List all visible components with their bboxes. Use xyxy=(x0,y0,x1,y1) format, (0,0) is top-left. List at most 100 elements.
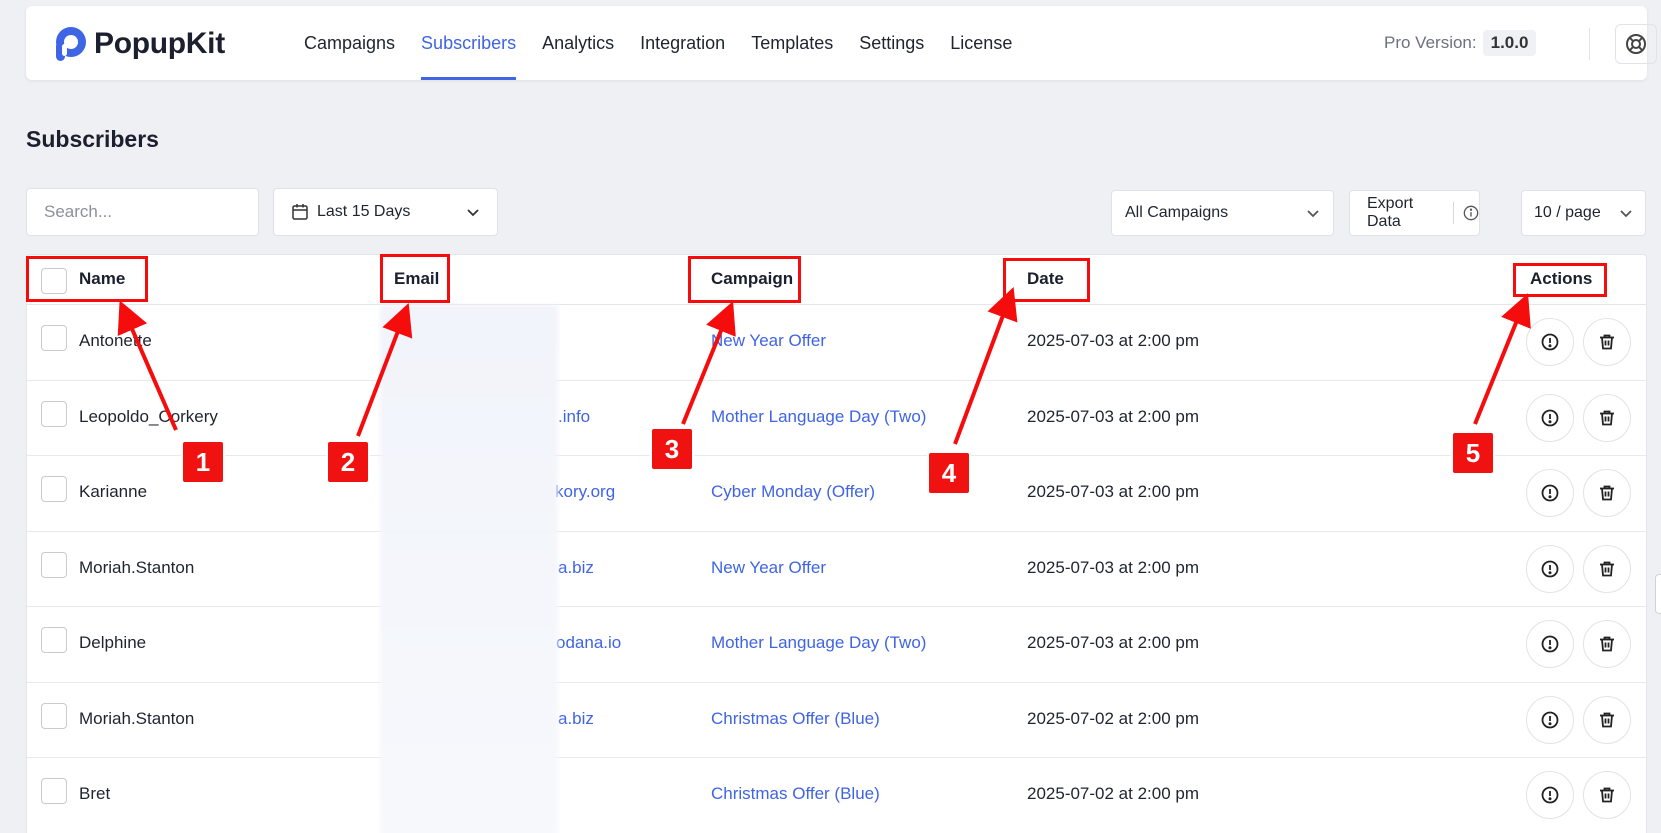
highlight-campaign-column xyxy=(688,256,801,303)
per-page-select[interactable]: 10 / page xyxy=(1521,190,1646,236)
subscriber-campaign[interactable]: Cyber Monday (Offer) xyxy=(711,482,875,502)
campaign-filter-value: All Campaigns xyxy=(1125,204,1229,221)
subscriber-email[interactable]: odana.io xyxy=(556,633,621,653)
nav-analytics[interactable]: Analytics xyxy=(542,6,614,80)
info-icon xyxy=(1541,635,1559,653)
subscriber-name: Moriah.Stanton xyxy=(79,557,195,577)
nav-templates[interactable]: Templates xyxy=(751,6,833,80)
subscriber-date: 2025-07-02 at 2:00 pm xyxy=(1027,708,1200,728)
chevron-down-icon xyxy=(1307,210,1319,218)
trash-icon xyxy=(1600,485,1614,501)
trash-icon xyxy=(1600,334,1614,350)
view-details-button[interactable] xyxy=(1526,318,1574,366)
info-icon xyxy=(1541,711,1559,728)
delete-button[interactable] xyxy=(1583,771,1631,819)
subscriber-name: Karianne xyxy=(79,482,148,501)
subscriber-email[interactable]: a.biz xyxy=(558,558,594,578)
help-button[interactable] xyxy=(1615,24,1657,64)
campaign-filter-select[interactable]: All Campaigns xyxy=(1111,190,1334,236)
table-row: Bret Christmas Offer (Blue) 2025-07-02 a… xyxy=(27,758,1646,833)
highlight-actions-column xyxy=(1513,263,1607,297)
view-details-button[interactable] xyxy=(1526,620,1574,668)
date-range-select[interactable]: Last 15 Days xyxy=(273,188,498,236)
chevron-down-icon xyxy=(467,209,479,217)
subscriber-date: 2025-07-03 at 2:00 pm xyxy=(1027,331,1200,350)
view-details-button[interactable] xyxy=(1526,393,1574,442)
table-row: Leopoldo_Corkery .info Mother Language D… xyxy=(27,381,1646,456)
nav-license[interactable]: License xyxy=(950,6,1012,80)
info-icon[interactable] xyxy=(1463,204,1479,222)
per-page-value: 10 / page xyxy=(1534,204,1601,221)
row-checkbox[interactable] xyxy=(41,551,67,578)
export-divider xyxy=(1453,202,1454,224)
search-input[interactable] xyxy=(26,188,259,236)
annotation-badge-5: 5 xyxy=(1453,433,1493,473)
delete-button[interactable] xyxy=(1583,393,1631,442)
view-details-button[interactable] xyxy=(1526,695,1574,744)
delete-button[interactable] xyxy=(1583,544,1631,593)
subscriber-campaign[interactable]: New Year Offer xyxy=(711,558,826,578)
row-checkbox[interactable] xyxy=(41,325,67,351)
nav-subscribers[interactable]: Subscribers xyxy=(421,6,517,80)
nav-divider xyxy=(1589,28,1590,60)
highlight-name-column xyxy=(26,256,148,302)
trash-icon xyxy=(1600,712,1614,727)
pro-version-number: 1.0.0 xyxy=(1482,30,1537,56)
table-row: Karianne kory.org Cyber Monday (Offer) 2… xyxy=(27,456,1646,532)
row-checkbox[interactable] xyxy=(41,627,67,653)
subscriber-name: Leopoldo_Corkery xyxy=(79,406,218,426)
subscriber-email[interactable]: a.biz xyxy=(558,709,594,729)
side-scroll-handle[interactable] xyxy=(1655,574,1661,614)
view-details-button[interactable] xyxy=(1526,771,1574,819)
nav-campaigns[interactable]: Campaigns xyxy=(304,6,395,80)
trash-icon xyxy=(1600,787,1614,803)
nav-settings[interactable]: Settings xyxy=(859,6,924,80)
delete-button[interactable] xyxy=(1583,620,1631,668)
nav-integration[interactable]: Integration xyxy=(640,6,725,80)
popupkit-logo[interactable]: PopupKit xyxy=(50,24,225,64)
delete-button[interactable] xyxy=(1583,695,1631,744)
subscriber-email[interactable]: .info xyxy=(558,407,590,427)
table-row: Antonette New Year Offer 2025-07-03 at 2… xyxy=(27,305,1646,381)
annotation-badge-2: 2 xyxy=(328,442,368,482)
subscriber-name: Delphine xyxy=(79,633,147,652)
table-row: Moriah.Stanton a.biz New Year Offer 2025… xyxy=(27,532,1646,607)
trash-icon xyxy=(1600,410,1614,425)
pro-version: Pro Version: 1.0.0 xyxy=(1384,30,1537,56)
brand-name: PopupKit xyxy=(94,27,225,60)
delete-button[interactable] xyxy=(1583,318,1631,366)
subscriber-date: 2025-07-03 at 2:00 pm xyxy=(1027,633,1200,652)
export-data-label: Export Data xyxy=(1367,195,1414,230)
subscriber-campaign[interactable]: New Year Offer xyxy=(711,331,826,351)
row-checkbox[interactable] xyxy=(41,476,67,502)
info-icon xyxy=(1541,409,1559,426)
subscriber-date: 2025-07-02 at 2:00 pm xyxy=(1027,784,1200,803)
view-details-button[interactable] xyxy=(1526,469,1574,517)
row-checkbox[interactable] xyxy=(41,400,67,427)
subscriber-campaign[interactable]: Mother Language Day (Two) xyxy=(711,633,926,653)
export-data-button[interactable]: Export Data xyxy=(1349,190,1480,236)
subscriber-campaign[interactable]: Mother Language Day (Two) xyxy=(711,407,926,427)
annotation-badge-3: 3 xyxy=(652,429,692,469)
popupkit-logo-icon xyxy=(50,24,90,64)
subscriber-name: Bret xyxy=(79,784,111,803)
subscriber-date: 2025-07-03 at 2:00 pm xyxy=(1027,557,1200,577)
table-row: Moriah.Stanton a.biz Christmas Offer (Bl… xyxy=(27,683,1646,758)
table-row: Delphine odana.io Mother Language Day (T… xyxy=(27,607,1646,683)
pro-version-label: Pro Version: xyxy=(1384,33,1477,52)
row-checkbox[interactable] xyxy=(41,702,67,729)
date-range-value: Last 15 Days xyxy=(317,203,411,220)
subscriber-campaign[interactable]: Christmas Offer (Blue) xyxy=(711,709,880,729)
info-icon xyxy=(1541,484,1559,502)
chevron-down-icon xyxy=(1620,210,1632,218)
subscriber-email[interactable]: kory.org xyxy=(555,482,615,502)
trash-icon xyxy=(1600,561,1614,576)
top-navigation-bar: PopupKit Campaigns Subscribers Analytics… xyxy=(26,6,1657,80)
delete-button[interactable] xyxy=(1583,469,1631,517)
annotation-badge-4: 4 xyxy=(929,453,969,493)
subscriber-campaign[interactable]: Christmas Offer (Blue) xyxy=(711,784,880,804)
highlight-email-column xyxy=(380,254,450,303)
page-title: Subscribers xyxy=(26,126,159,152)
view-details-button[interactable] xyxy=(1526,544,1574,593)
row-checkbox[interactable] xyxy=(41,778,67,804)
